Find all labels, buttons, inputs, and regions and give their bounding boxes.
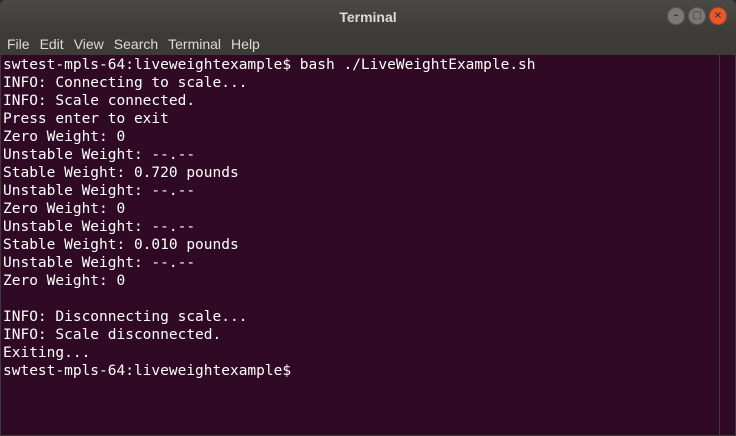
- close-button[interactable]: ×: [709, 7, 727, 25]
- menu-search[interactable]: Search: [109, 36, 163, 52]
- menu-bar: File Edit View Search Terminal Help: [0, 33, 736, 55]
- minimize-button[interactable]: –: [667, 7, 685, 25]
- terminal-scrollbar[interactable]: [719, 55, 735, 435]
- minimize-icon: –: [673, 10, 679, 21]
- terminal-line: Unstable Weight: --.--: [3, 219, 196, 235]
- terminal-line: Zero Weight: 0: [3, 273, 126, 289]
- maximize-icon: □: [692, 10, 702, 21]
- terminal-prompt: swtest-mpls-64:liveweightexample$: [3, 363, 292, 379]
- terminal-window: Terminal – □ × File Edit View Search Ter…: [0, 0, 736, 436]
- maximize-button[interactable]: □: [688, 7, 706, 25]
- menu-view[interactable]: View: [69, 36, 109, 52]
- terminal-line: Zero Weight: 0: [3, 201, 126, 217]
- terminal-line: Stable Weight: 0.720 pounds: [3, 165, 239, 181]
- terminal-line: swtest-mpls-64:liveweightexample$ bash .…: [3, 57, 536, 73]
- terminal-line: INFO: Scale connected.: [3, 93, 196, 109]
- terminal-line: INFO: Connecting to scale...: [3, 75, 248, 91]
- terminal-line: Exiting...: [3, 345, 91, 361]
- menu-terminal[interactable]: Terminal: [163, 36, 226, 52]
- window-title: Terminal: [339, 8, 397, 25]
- title-bar[interactable]: Terminal – □ ×: [0, 0, 736, 33]
- terminal-line: Stable Weight: 0.010 pounds: [3, 237, 239, 253]
- terminal-line: Unstable Weight: --.--: [3, 147, 196, 163]
- close-icon: ×: [713, 10, 723, 21]
- menu-file[interactable]: File: [2, 36, 35, 52]
- window-controls: – □ ×: [667, 7, 727, 25]
- terminal-line: Zero Weight: 0: [3, 129, 126, 145]
- terminal-output[interactable]: swtest-mpls-64:liveweightexample$ bash .…: [1, 55, 719, 435]
- terminal-line: Unstable Weight: --.--: [3, 183, 196, 199]
- menu-edit[interactable]: Edit: [35, 36, 69, 52]
- terminal-line: INFO: Scale disconnected.: [3, 327, 222, 343]
- terminal-line: INFO: Disconnecting scale...: [3, 309, 248, 325]
- menu-help[interactable]: Help: [226, 36, 265, 52]
- terminal-line: Unstable Weight: --.--: [3, 255, 196, 271]
- terminal-line: Press enter to exit: [3, 111, 169, 127]
